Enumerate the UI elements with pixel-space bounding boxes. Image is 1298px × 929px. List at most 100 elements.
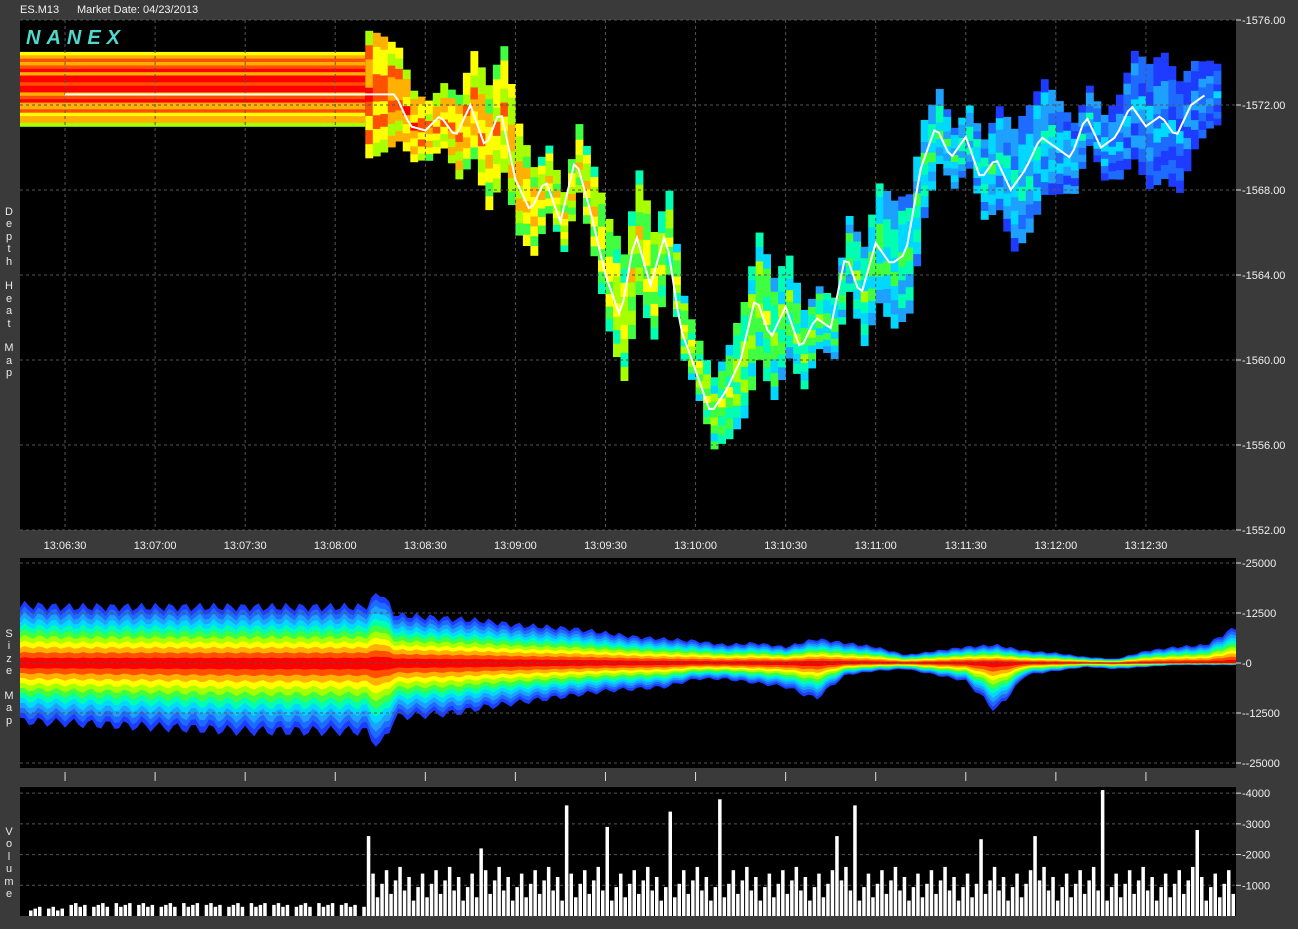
volume-bar [366, 836, 371, 916]
depth-cell [387, 135, 396, 148]
volume-bar [380, 883, 384, 917]
depth-cell [965, 112, 974, 120]
depth-cell [530, 216, 539, 227]
volume-bar [1222, 883, 1226, 917]
depth-cell [778, 278, 786, 292]
depth-cell [1123, 126, 1132, 138]
volume-bar [956, 900, 961, 916]
volume-bar [1019, 897, 1024, 916]
depth-cell [965, 161, 974, 169]
depth-cell [1100, 151, 1109, 159]
depth-cell [380, 49, 389, 63]
depth-cell [1191, 70, 1199, 81]
depth-cell [815, 307, 824, 315]
depth-cell [1145, 133, 1154, 148]
depth-cell [530, 167, 539, 178]
volume-bar [83, 904, 87, 916]
depth-cell [425, 147, 434, 155]
depth-cell [823, 339, 832, 347]
depth-cell [943, 160, 952, 169]
depth-cell [785, 335, 794, 348]
depth-cell [20, 116, 366, 120]
depth-cell [387, 53, 396, 66]
depth-cell [560, 231, 569, 239]
depth-cell [680, 295, 689, 304]
depth-cell [380, 126, 389, 140]
depth-cell [748, 376, 756, 391]
depth-cell [703, 416, 711, 425]
depth-cell [395, 130, 404, 142]
depth-cell [973, 177, 982, 186]
volume-bar [452, 890, 456, 916]
volume-bar [641, 880, 645, 916]
volume-bar [713, 887, 718, 916]
depth-cell [365, 30, 374, 46]
volume-bar [470, 873, 474, 916]
depth-cell [748, 293, 756, 308]
depth-cell [868, 214, 877, 228]
depth-cell [575, 184, 584, 193]
depth-cell [1130, 62, 1139, 76]
depth-cell [838, 294, 847, 303]
depth-cell [988, 133, 997, 144]
volume-bar [195, 903, 200, 916]
volume-bar [731, 870, 736, 916]
depth-cell [650, 232, 659, 245]
volume-bar [1145, 890, 1150, 916]
depth-cell [875, 276, 884, 290]
depth-cell [718, 434, 726, 444]
depth-cell [868, 226, 877, 240]
depth-ytick-label: -1572.00 [1242, 100, 1285, 112]
depth-cell [973, 138, 982, 147]
depth-cell [515, 136, 524, 149]
depth-cell [568, 193, 576, 201]
depth-cell [1010, 156, 1019, 170]
depth-cell [823, 332, 832, 340]
depth-cell [650, 327, 659, 340]
depth-cell [515, 148, 524, 162]
volume-bar [92, 906, 96, 916]
volume-bar [96, 904, 101, 916]
volume-bar [231, 904, 236, 916]
depth-cell [545, 175, 554, 184]
depth-cell [537, 156, 546, 166]
depth-ytick-label: -1560.00 [1242, 355, 1285, 367]
depth-cell [1176, 106, 1184, 119]
depth-cell [1191, 90, 1199, 101]
depth-cell [575, 131, 584, 140]
depth-cell [958, 170, 967, 178]
depth-cell [695, 360, 704, 368]
depth-cell [628, 211, 636, 226]
depth-cell [898, 196, 907, 211]
volume-bar [1172, 883, 1177, 917]
depth-cell [387, 76, 396, 89]
depth-cell [883, 274, 892, 289]
volume-bar [524, 897, 528, 916]
depth-cell [552, 169, 561, 178]
depth-cell [800, 345, 809, 355]
volume-bar [56, 910, 60, 916]
depth-cell [380, 113, 389, 127]
depth-cell [1048, 113, 1057, 126]
depth-cell [1025, 119, 1034, 134]
volume-bar [1060, 887, 1064, 916]
depth-cell [995, 198, 1004, 211]
depth-cell [673, 260, 681, 269]
volume-bar [808, 900, 812, 916]
depth-cell [20, 51, 366, 56]
depth-cell [935, 113, 944, 123]
depth-cell [425, 100, 434, 108]
volume-bar [119, 906, 123, 916]
volume-bar [29, 910, 33, 916]
volume-bar [411, 900, 416, 916]
depth-cell [1213, 111, 1222, 119]
depth-cell [778, 291, 786, 305]
depth-cell [395, 68, 404, 80]
depth-cell [613, 329, 621, 344]
depth-cell [785, 346, 794, 359]
depth-cell [793, 282, 801, 294]
depth-cell [477, 172, 486, 186]
depth-cell [440, 133, 449, 142]
depth-cell [920, 195, 929, 208]
depth-cell [695, 347, 704, 355]
